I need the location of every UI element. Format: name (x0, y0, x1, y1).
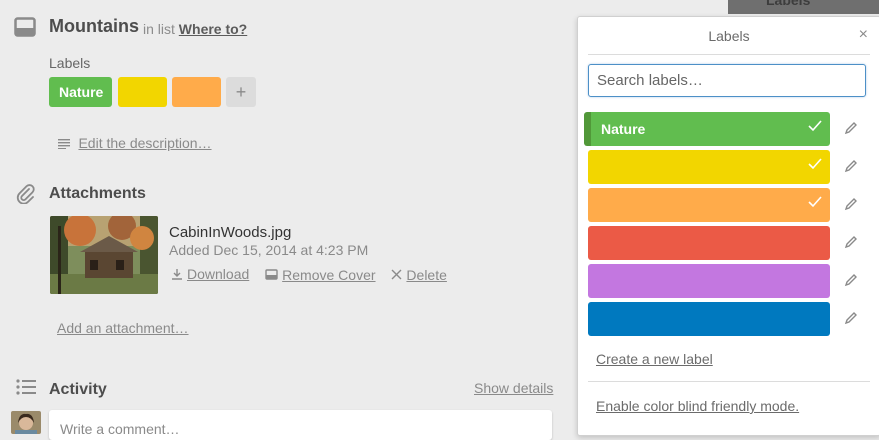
labels-heading: Labels (49, 55, 91, 71)
add-label-button[interactable]: + (226, 77, 256, 107)
card-title[interactable]: Mountains (49, 16, 139, 37)
paperclip-icon (16, 184, 35, 204)
attachment-thumbnail[interactable] (50, 216, 158, 294)
popover-label-red[interactable] (588, 226, 830, 260)
close-icon[interactable]: × (859, 26, 868, 44)
pencil-icon[interactable] (844, 121, 858, 135)
popover-label-yellow[interactable] (588, 150, 830, 184)
popover-label-purple[interactable] (588, 264, 830, 298)
edit-description[interactable]: Edit the description… (58, 135, 212, 153)
color-blind-link[interactable]: Enable color blind friendly mode. (596, 398, 799, 414)
popover-divider (588, 54, 870, 55)
create-label[interactable]: Create a new label (596, 351, 713, 369)
create-label-link[interactable]: Create a new label (596, 351, 713, 367)
check-icon (808, 196, 822, 208)
card-label-nature[interactable]: Nature (49, 77, 112, 107)
download-icon (172, 269, 182, 280)
download-action[interactable]: Download (171, 266, 249, 282)
comment-placeholder: Write a comment… (60, 421, 180, 437)
card-label-yellow[interactable] (118, 77, 167, 107)
remove-cover-link[interactable]: Remove Cover (282, 267, 375, 283)
activity-list-icon (16, 379, 36, 395)
avatar[interactable] (11, 411, 41, 434)
popover-divider (588, 381, 870, 382)
color-blind-mode[interactable]: Enable color blind friendly mode. (596, 398, 799, 416)
download-link[interactable]: Download (187, 266, 249, 282)
popover-title: Labels (708, 28, 750, 44)
popover-label-orange[interactable] (588, 188, 830, 222)
add-attachment-link[interactable]: Add an attachment… (57, 320, 189, 336)
comment-input[interactable]: Write a comment… (49, 410, 552, 440)
activity-title: Activity (49, 381, 107, 398)
labels-popover: Labels × Nature Create a new label Enabl… (577, 16, 879, 436)
attachment-added: Added Dec 15, 2014 at 4:23 PM (169, 242, 369, 258)
popover-label-nature[interactable]: Nature (584, 112, 830, 146)
background-labels-tab: Labels (728, 0, 879, 14)
list-link[interactable]: Where to? (179, 21, 247, 37)
search-labels-input[interactable] (588, 64, 866, 97)
remove-cover-action[interactable]: Remove Cover (265, 267, 376, 283)
delete-action[interactable]: Delete (391, 267, 447, 283)
card-label-orange[interactable] (172, 77, 221, 107)
pencil-icon[interactable] (844, 197, 858, 211)
check-icon (808, 120, 822, 132)
pencil-icon[interactable] (844, 159, 858, 173)
pencil-icon[interactable] (844, 235, 858, 249)
delete-icon (391, 269, 402, 280)
show-details[interactable]: Show details (474, 380, 553, 398)
pencil-icon[interactable] (844, 273, 858, 287)
card-icon (14, 17, 36, 37)
attachment-name: CabinInWoods.jpg (169, 224, 292, 241)
pencil-icon[interactable] (844, 311, 858, 325)
card-list-info: in list Where to? (143, 21, 248, 37)
attachment-actions: Download Remove Cover Delete (171, 266, 459, 283)
cover-icon (265, 269, 278, 280)
description-icon (58, 138, 70, 149)
add-attachment[interactable]: Add an attachment… (57, 320, 189, 338)
show-details-link[interactable]: Show details (474, 380, 553, 396)
edit-description-link[interactable]: Edit the description… (78, 135, 211, 151)
check-icon (808, 158, 822, 170)
popover-label-blue[interactable] (588, 302, 830, 336)
delete-link[interactable]: Delete (406, 267, 446, 283)
attachments-title: Attachments (49, 185, 146, 202)
